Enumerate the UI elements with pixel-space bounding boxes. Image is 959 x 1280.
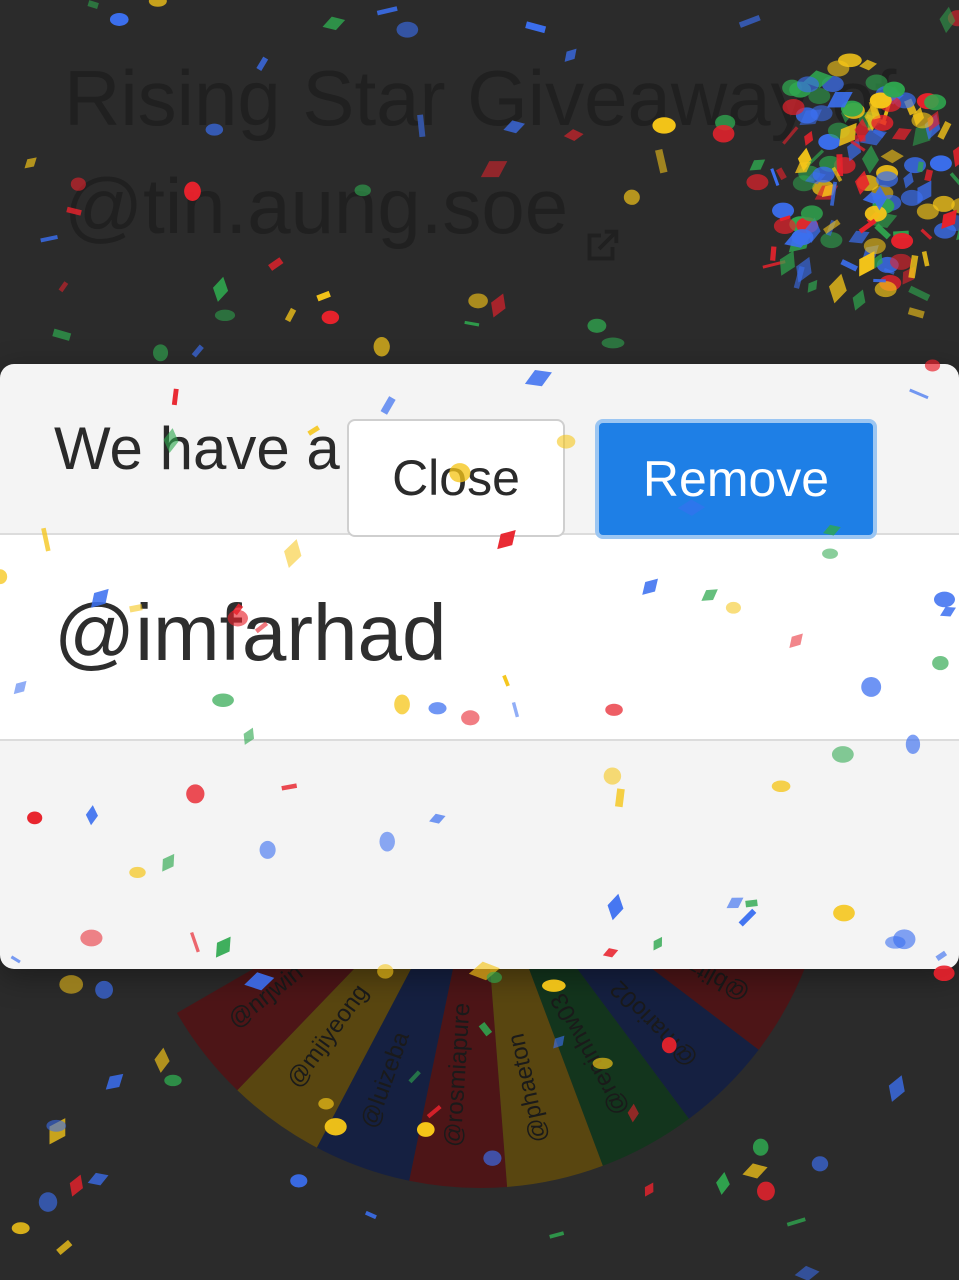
confetti-piece bbox=[364, 1210, 377, 1220]
confetti-piece bbox=[87, 0, 99, 9]
confetti-piece bbox=[587, 318, 607, 333]
confetti-piece bbox=[24, 157, 37, 169]
confetti-piece bbox=[924, 113, 941, 140]
confetti-piece bbox=[58, 281, 69, 293]
confetti-piece bbox=[840, 259, 858, 272]
confetti-piece bbox=[214, 309, 236, 322]
confetti-piece bbox=[807, 279, 818, 293]
confetti-piece bbox=[316, 290, 331, 302]
confetti-piece bbox=[549, 1231, 565, 1239]
confetti-piece bbox=[148, 0, 167, 7]
confetti-piece bbox=[321, 310, 340, 325]
confetti-piece bbox=[956, 224, 959, 241]
confetti-piece bbox=[951, 198, 959, 214]
confetti-piece bbox=[927, 110, 940, 132]
confetti-piece bbox=[464, 320, 480, 327]
confetti-piece bbox=[491, 293, 506, 318]
confetti-piece bbox=[49, 1118, 66, 1145]
confetti-piece bbox=[793, 265, 805, 289]
confetti-piece bbox=[852, 289, 866, 311]
modal-body: @imfarhad bbox=[0, 535, 959, 741]
confetti-piece bbox=[11, 1222, 30, 1235]
confetti-piece bbox=[87, 1172, 109, 1186]
confetti-piece bbox=[944, 215, 959, 232]
external-link-icon[interactable] bbox=[578, 189, 624, 261]
confetti-piece bbox=[40, 234, 58, 243]
confetti-piece bbox=[902, 266, 915, 285]
confetti-piece bbox=[38, 1192, 58, 1212]
confetti-piece bbox=[376, 6, 398, 16]
confetti-piece bbox=[525, 21, 547, 34]
confetti-piece bbox=[888, 1075, 905, 1102]
confetti-piece bbox=[883, 267, 895, 275]
confetti-piece bbox=[373, 336, 390, 357]
remove-button[interactable]: Remove bbox=[595, 419, 877, 539]
confetti-piece bbox=[786, 1217, 806, 1227]
confetti-piece bbox=[46, 1119, 67, 1132]
confetti-piece bbox=[69, 1174, 83, 1197]
confetti-piece bbox=[937, 121, 952, 140]
confetti-piece bbox=[468, 293, 488, 309]
confetti-piece bbox=[322, 16, 346, 31]
confetti-piece bbox=[284, 307, 297, 323]
page: Rising Star Giveaway of @tin.aung.soe @n… bbox=[0, 0, 959, 1280]
confetti-piece bbox=[924, 94, 947, 111]
confetti-piece bbox=[879, 274, 902, 291]
confetti-piece bbox=[952, 141, 959, 168]
confetti-piece bbox=[949, 172, 959, 187]
confetti-piece bbox=[762, 260, 786, 269]
confetti-piece bbox=[924, 169, 934, 182]
confetti-piece bbox=[929, 155, 952, 172]
confetti-piece bbox=[932, 195, 955, 212]
confetti-piece bbox=[601, 337, 625, 349]
modal-footer bbox=[0, 741, 959, 969]
confetti-piece bbox=[153, 344, 169, 362]
confetti-piece bbox=[947, 10, 959, 27]
confetti-piece bbox=[191, 344, 204, 358]
confetti-piece bbox=[939, 6, 956, 34]
confetti-piece bbox=[933, 222, 956, 239]
confetti-piece bbox=[95, 980, 114, 999]
giveaway-title: Rising Star Giveaway of @tin.aung.soe bbox=[64, 44, 924, 261]
confetti-piece bbox=[212, 276, 229, 302]
confetti-piece bbox=[109, 13, 129, 26]
close-button[interactable]: Close bbox=[347, 419, 565, 537]
confetti-piece bbox=[52, 328, 72, 341]
confetti-piece bbox=[794, 1265, 820, 1280]
confetti-piece bbox=[941, 209, 957, 229]
confetti-piece bbox=[907, 307, 925, 319]
confetti-piece bbox=[59, 975, 84, 994]
confetti-piece bbox=[828, 273, 847, 304]
confetti-piece bbox=[738, 14, 761, 28]
confetti-piece bbox=[873, 278, 886, 283]
confetti-piece bbox=[874, 281, 897, 298]
confetti-piece bbox=[396, 21, 419, 38]
confetti-piece bbox=[56, 1239, 73, 1256]
confetti-piece bbox=[908, 285, 931, 302]
winner-name: @imfarhad bbox=[54, 588, 447, 677]
